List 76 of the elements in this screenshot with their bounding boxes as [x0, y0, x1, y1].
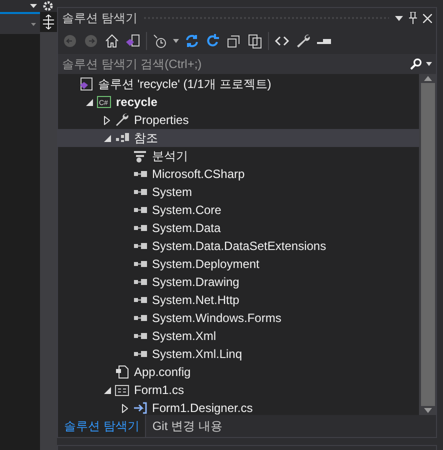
expanded-arrow-icon[interactable]	[104, 386, 110, 394]
collapse-all-icon[interactable]	[226, 33, 242, 49]
tree-item[interactable]: App.config	[58, 363, 419, 381]
panel-tab[interactable]: 솔루션 탐색기	[58, 415, 146, 437]
analyzer-icon	[132, 148, 148, 164]
scroll-up-icon[interactable]	[424, 76, 432, 81]
tree-item-label: System	[152, 185, 192, 199]
dropdown-icon[interactable]	[173, 39, 179, 43]
tree-item-label: System.Windows.Forms	[152, 311, 282, 325]
tree-item-label: System.Deployment	[152, 257, 260, 271]
tree-item-label: 참조	[134, 130, 158, 146]
wrench-icon[interactable]	[295, 33, 311, 49]
tree-item[interactable]: 참조	[58, 129, 419, 147]
split-icon[interactable]	[40, 12, 57, 32]
vertical-scrollbar[interactable]	[419, 74, 436, 415]
tree-item[interactable]: Properties	[58, 111, 419, 129]
close-icon[interactable]	[423, 14, 432, 22]
tree-item[interactable]: System.Windows.Forms	[58, 309, 419, 327]
tree-item-label: App.config	[134, 365, 191, 379]
tree-item[interactable]: System.Drawing	[58, 273, 419, 291]
scroll-down-icon[interactable]	[424, 408, 432, 413]
tree-item[interactable]: Form1.cs	[58, 381, 419, 399]
tree-item[interactable]: System.Data.DataSetExtensions	[58, 237, 419, 255]
tree-item[interactable]: System.Net.Http	[58, 291, 419, 309]
search-icon[interactable]	[410, 58, 422, 70]
tree-item[interactable]: System.Core	[58, 201, 419, 219]
tree-item[interactable]: 솔루션 'recycle' (1/1개 프로젝트)	[58, 75, 419, 93]
dropdown-icon[interactable]	[395, 16, 403, 20]
dropdown-icon[interactable]	[426, 62, 432, 66]
config-file-icon	[114, 364, 130, 380]
tree-item[interactable]: System.Deployment	[58, 255, 419, 273]
panel-title: 솔루션 탐색기	[62, 10, 138, 26]
search-field[interactable]: 솔루션 탐색기 검색(Ctrl+;)	[58, 54, 436, 74]
tree-item[interactable]: Form1.Designer.cs	[58, 399, 419, 415]
sync-icon[interactable]	[184, 33, 200, 49]
tree-item[interactable]: System.Data	[58, 219, 419, 237]
tree-item-label: System.Xml	[152, 329, 216, 343]
dropdown-field[interactable]	[0, 12, 40, 34]
expanded-arrow-icon[interactable]	[86, 98, 92, 106]
tree-item[interactable]: System.Xml	[58, 327, 419, 345]
tree-item[interactable]: System.Xml.Linq	[58, 345, 419, 363]
tree-item-label: Properties	[134, 113, 189, 127]
collapsed-arrow-icon[interactable]	[122, 404, 128, 412]
tree-item-label: System.Core	[152, 203, 222, 217]
pin-icon[interactable]	[409, 12, 417, 24]
vertical-scrollbar[interactable]	[40, 12, 57, 450]
scrollbar-thumb[interactable]	[420, 83, 434, 406]
tree-item-label: Microsoft.CSharp	[152, 167, 245, 181]
dropdown-icon	[31, 22, 36, 26]
solution-icon	[78, 76, 94, 92]
tree-item-label: recycle	[116, 95, 158, 109]
tree-item[interactable]: 분석기	[58, 147, 419, 165]
form-icon	[114, 382, 130, 398]
tree-item-label: System.Drawing	[152, 275, 240, 289]
tree-item[interactable]: System	[58, 183, 419, 201]
expanded-arrow-icon[interactable]	[104, 134, 110, 142]
history-icon[interactable]	[152, 33, 168, 49]
collapsed-arrow-icon[interactable]	[104, 116, 110, 124]
designer-file-icon	[132, 400, 148, 415]
copy-icon[interactable]	[247, 33, 263, 49]
tree-item[interactable]: Microsoft.CSharp	[58, 165, 419, 183]
home-icon[interactable]	[104, 33, 120, 49]
tree-item-label: System.Data	[152, 221, 221, 235]
search-input[interactable]: 솔루션 탐색기 검색(Ctrl+;)	[62, 57, 410, 71]
tree-item-label: Form1.Designer.cs	[152, 401, 253, 415]
tree-item-label: Form1.cs	[134, 383, 184, 397]
tree-item-label: System.Net.Http	[152, 293, 240, 307]
dropdown-icon[interactable]	[30, 4, 37, 8]
vs-document-icon[interactable]	[125, 33, 141, 49]
wrench-icon	[114, 112, 130, 128]
settings-icon[interactable]	[43, 1, 53, 11]
tree-item-label: 솔루션 'recycle' (1/1개 프로젝트)	[98, 76, 272, 92]
tree-item-label: 분석기	[152, 148, 188, 164]
tree-item-label: System.Data.DataSetExtensions	[152, 239, 326, 253]
tree-item-label: System.Xml.Linq	[152, 347, 242, 361]
refresh-icon[interactable]	[205, 33, 221, 49]
